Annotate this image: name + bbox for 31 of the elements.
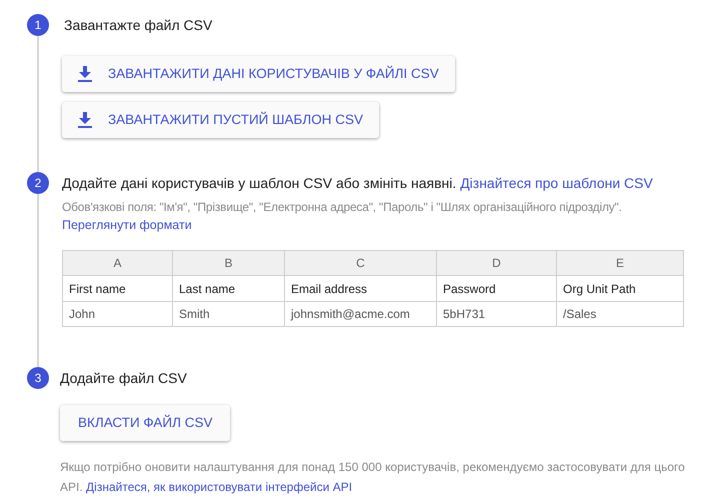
required-fields-note: Обов'язкові поля: "Ім'я", "Прізвище", "Електронна адреса", "Пароль" і "Шлях організаційного підрозділу". [62, 200, 622, 214]
api-note: Якщо потрібно оновити налаштування для понад 150 000 користувачів, рекомендуємо застосовувати для цього API. Дізнайтеся, як використовувати інтерфейси API [60, 460, 685, 494]
download-button[interactable]: ЗАВАНТАЖИТИ ПУСТИЙ ШАБЛОН CSV [62, 102, 379, 138]
table-cell: johnsmith@acme.com [285, 302, 437, 326]
header-cell: Last name [173, 276, 285, 301]
header-cell: First name [63, 276, 173, 301]
column-letter: E [614, 255, 625, 272]
header-cell: Email address [285, 276, 437, 301]
download-icon [78, 112, 92, 128]
download-button[interactable]: ЗАВАНТАЖИТИ ДАНІ КОРИСТУВАЧІВ У ФАЙЛІ CSV [62, 56, 455, 92]
api-link[interactable]: Дізнайтеся, як використовувати інтерфейси API [86, 480, 352, 494]
table-cell: John [63, 302, 173, 326]
table-cell-text: /Sales [562, 306, 598, 323]
step-title: Завантажте файл CSV [64, 16, 214, 35]
download-icon [78, 66, 92, 82]
column-letter: A [63, 251, 173, 275]
step-number: 3 [27, 367, 49, 389]
step-number: 2 [27, 172, 49, 194]
header-cell-text: Org Unit Path [562, 280, 637, 298]
table-cell: Smith [173, 302, 285, 326]
step-number: 1 [27, 14, 49, 36]
column-letter: D [437, 251, 557, 275]
templates-link[interactable]: Дізнайтеся про шаблони CSV [460, 175, 653, 191]
download-button[interactable]: ВКЛАСТИ ФАЙЛ CSV [60, 405, 230, 441]
step-title: Додайте дані користувачів у шаблон CSV або змініть наявні. Дізнайтеся про шаблони CSV [62, 174, 654, 193]
table-cell: 5bH731 [437, 302, 557, 326]
step-title: Додайте файл CSV [60, 369, 188, 388]
column-letter: B [173, 251, 285, 275]
column-letter: C [285, 251, 437, 275]
header-cell: Password [437, 276, 557, 301]
formats-link[interactable]: Переглянути формати [62, 216, 711, 234]
